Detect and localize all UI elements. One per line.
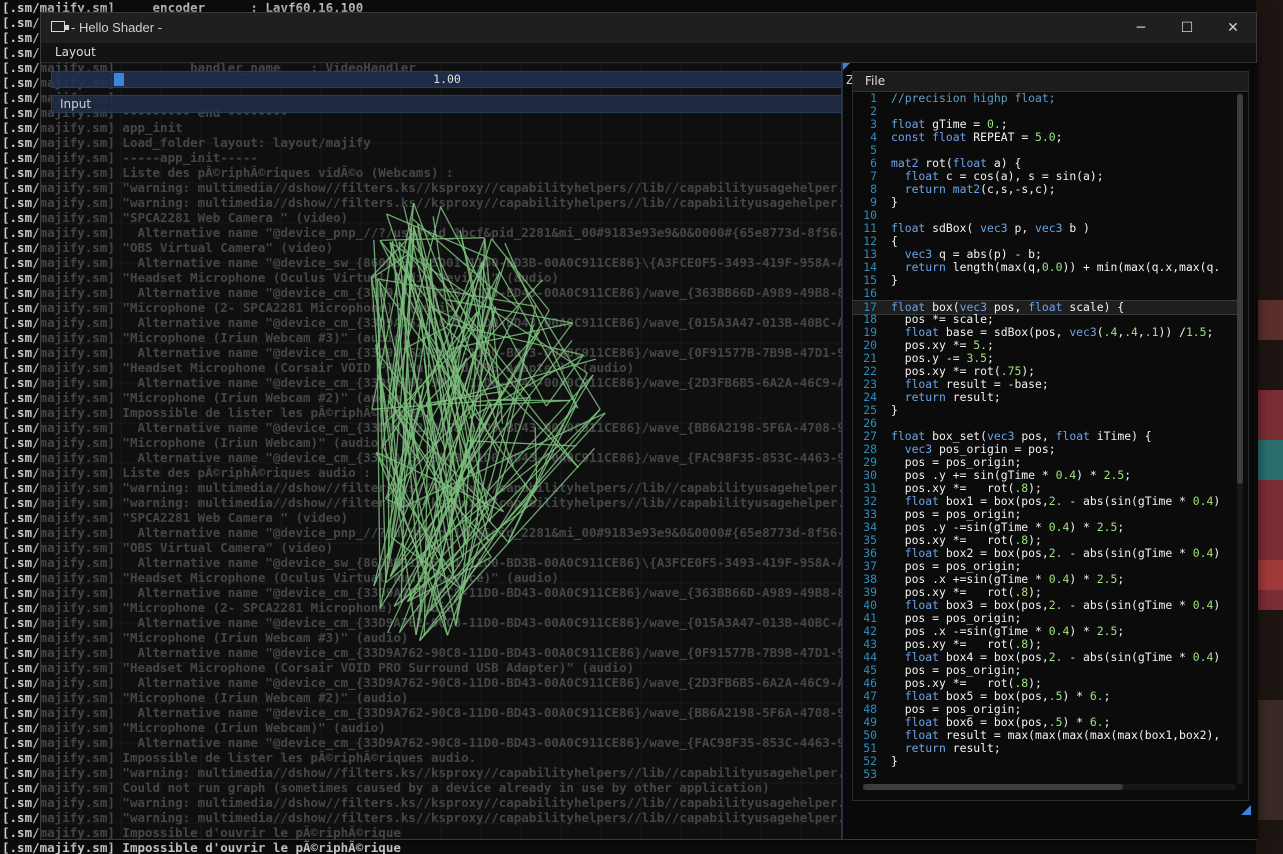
title-bar[interactable]: - Hello Shader - ─ ☐ ✕ <box>41 13 1256 43</box>
code-text: pos *= scale; <box>891 312 994 326</box>
maximize-button[interactable]: ☐ <box>1164 13 1210 43</box>
shader-viewport[interactable] <box>41 63 841 839</box>
code-text: float box_set(vec3 pos, float iTime) { <box>891 429 1152 443</box>
code-text: pos.xy *= rot(.75); <box>891 364 1036 378</box>
code-text: pos = pos_origin; <box>891 663 1022 677</box>
code-text: pos = pos_origin; <box>891 559 1022 573</box>
code-text: pos.xy *= rot(.8); <box>891 585 1042 599</box>
code-text: pos = pos_origin; <box>891 507 1022 521</box>
menu-layout[interactable]: Layout <box>55 45 96 59</box>
code-line: 9} <box>853 196 1238 209</box>
code-line: 24 return result; <box>853 391 1238 404</box>
hello-shader-window: - Hello Shader - ─ ☐ ✕ Layout 1.00 Input… <box>40 12 1258 840</box>
time-slider[interactable]: 1.00 <box>51 71 843 88</box>
code-line: 14 return length(max(q,0.0)) + min(max(q… <box>853 261 1238 274</box>
vertical-scrollbar[interactable] <box>1237 94 1243 784</box>
code-text: return mat2(c,s,-s,c); <box>904 182 1056 196</box>
input-panel-header[interactable]: Input <box>51 95 843 113</box>
code-text: float base = sdBox(pos, vec3(.4,.4,.1)) … <box>904 325 1214 339</box>
code-line: 16 <box>853 287 1238 300</box>
desktop-background <box>1256 0 1283 854</box>
console-text: Impossible d'ouvrir le pÃ©riphÃ©rique <box>114 840 401 854</box>
code-line: 51 return result; <box>853 742 1238 755</box>
horizontal-scroll-thumb[interactable] <box>863 784 1123 790</box>
console-prefix: [.sm/majify.sm] <box>2 840 115 854</box>
code-text: pos = pos_origin; <box>891 702 1022 716</box>
code-text: } <box>891 195 898 209</box>
menu-bar: Layout <box>41 43 1256 63</box>
code-text: return length(max(q,0.0)) + min(max(q.x,… <box>904 260 1221 274</box>
console-line: [.sm/majify.sm] Impossible d'ouvrir le p… <box>2 840 401 854</box>
code-line: 4 const float REPEAT = 5.0; <box>853 131 1238 144</box>
code-text: } <box>891 754 898 768</box>
code-text: float c = cos(a), s = sin(a); <box>904 169 1104 183</box>
code-text: vec3 pos_origin = pos; <box>904 442 1056 456</box>
app-window-icon <box>51 21 69 32</box>
code-text: mat2 rot(float a) { <box>891 156 1022 170</box>
code-line: 15} <box>853 274 1238 287</box>
code-text: vec3 q = abs(p) - b; <box>904 247 1042 261</box>
code-text: pos .y += sin(gTime * 0.4) * 2.5; <box>891 468 1132 482</box>
code-text: float sdBox( vec3 p, vec3 b ) <box>891 221 1090 235</box>
code-line: 1//precision highp float; <box>853 92 1238 105</box>
shader-render <box>41 63 841 839</box>
code-text: pos = pos_origin; <box>891 455 1022 469</box>
code-text: pos.xy *= rot(.8); <box>891 533 1042 547</box>
code-text: pos .y -=sin(gTime * 0.4) * 2.5; <box>891 520 1125 534</box>
code-line: 8 return mat2(c,s,-s,c); <box>853 183 1238 196</box>
code-text: float box4 = box(pos,2. - abs(sin(gTime … <box>904 650 1221 664</box>
code-line: 53 <box>853 767 1238 781</box>
minimize-button[interactable]: ─ <box>1118 13 1164 43</box>
shader-wire-line <box>386 213 493 260</box>
code-text: float box1 = box(pos,2. - abs(sin(gTime … <box>904 494 1221 508</box>
shader-wire-line <box>379 239 448 325</box>
code-text: float result = -base; <box>904 377 1049 391</box>
code-line: 52} <box>853 755 1238 768</box>
code-text: float box6 = box(pos,.5) * 6.; <box>904 715 1111 729</box>
code-text: const float REPEAT = 5.0; <box>891 130 1063 144</box>
code-text: pos = pos_origin; <box>891 611 1022 625</box>
window-title: - Hello Shader - <box>71 20 163 35</box>
code-text: } <box>891 403 898 417</box>
editor-menu-bar: File <box>853 72 1248 92</box>
code-text: float result = max(max(max(max(max(box1,… <box>904 728 1221 742</box>
code-text: //precision highp float; <box>891 92 1056 105</box>
code-text: float box2 = box(pos,2. - abs(sin(gTime … <box>904 546 1221 560</box>
code-text: float box3 = box(pos,2. - abs(sin(gTime … <box>904 598 1221 612</box>
editor-resize-grip[interactable] <box>1241 805 1251 815</box>
close-button[interactable]: ✕ <box>1210 13 1256 43</box>
code-text: return result; <box>904 741 1001 755</box>
code-text: } <box>891 273 898 287</box>
code-text: pos.y -= 3.5; <box>891 351 994 365</box>
code-text: pos .x +=sin(gTime * 0.4) * 2.5; <box>891 572 1125 586</box>
code-text: float gTime = 0.; <box>891 117 1008 131</box>
code-text: pos.xy *= rot(.8); <box>891 637 1042 651</box>
code-line: 11 float sdBox( vec3 p, vec3 b ) <box>853 222 1238 235</box>
input-label: Input <box>60 97 92 111</box>
code-text: pos.xy *= 5.; <box>891 338 994 352</box>
code-text: pos.xy *= rot(.8); <box>891 481 1042 495</box>
code-text: return result; <box>904 390 1001 404</box>
code-text: pos .x -=sin(gTime * 0.4) * 2.5; <box>891 624 1125 638</box>
code-text: float box5 = box(pos,.5) * 6.; <box>904 689 1111 703</box>
slider-value: 1.00 <box>433 72 461 86</box>
vertical-scroll-thumb[interactable] <box>1237 94 1243 484</box>
line-number: 53 <box>863 767 877 781</box>
code-text: pos.xy *= rot(.8); <box>891 676 1042 690</box>
line-number: 16 <box>863 286 877 300</box>
shader-wire-line <box>534 426 538 489</box>
panel-corner-grip[interactable] <box>843 63 850 70</box>
code-text: { <box>891 234 898 248</box>
horizontal-scrollbar[interactable] <box>863 784 1235 790</box>
code-line: 25} <box>853 404 1238 417</box>
editor-panel: Z File 1//precision highp float; 2 3 float … <box>841 63 1258 839</box>
code-area[interactable]: 1//precision highp float; 2 3 float gTime =… <box>853 92 1238 780</box>
menu-file[interactable]: File <box>865 74 885 88</box>
code-editor[interactable]: File 1//precision highp float; 2 3 float gT… <box>852 71 1249 801</box>
